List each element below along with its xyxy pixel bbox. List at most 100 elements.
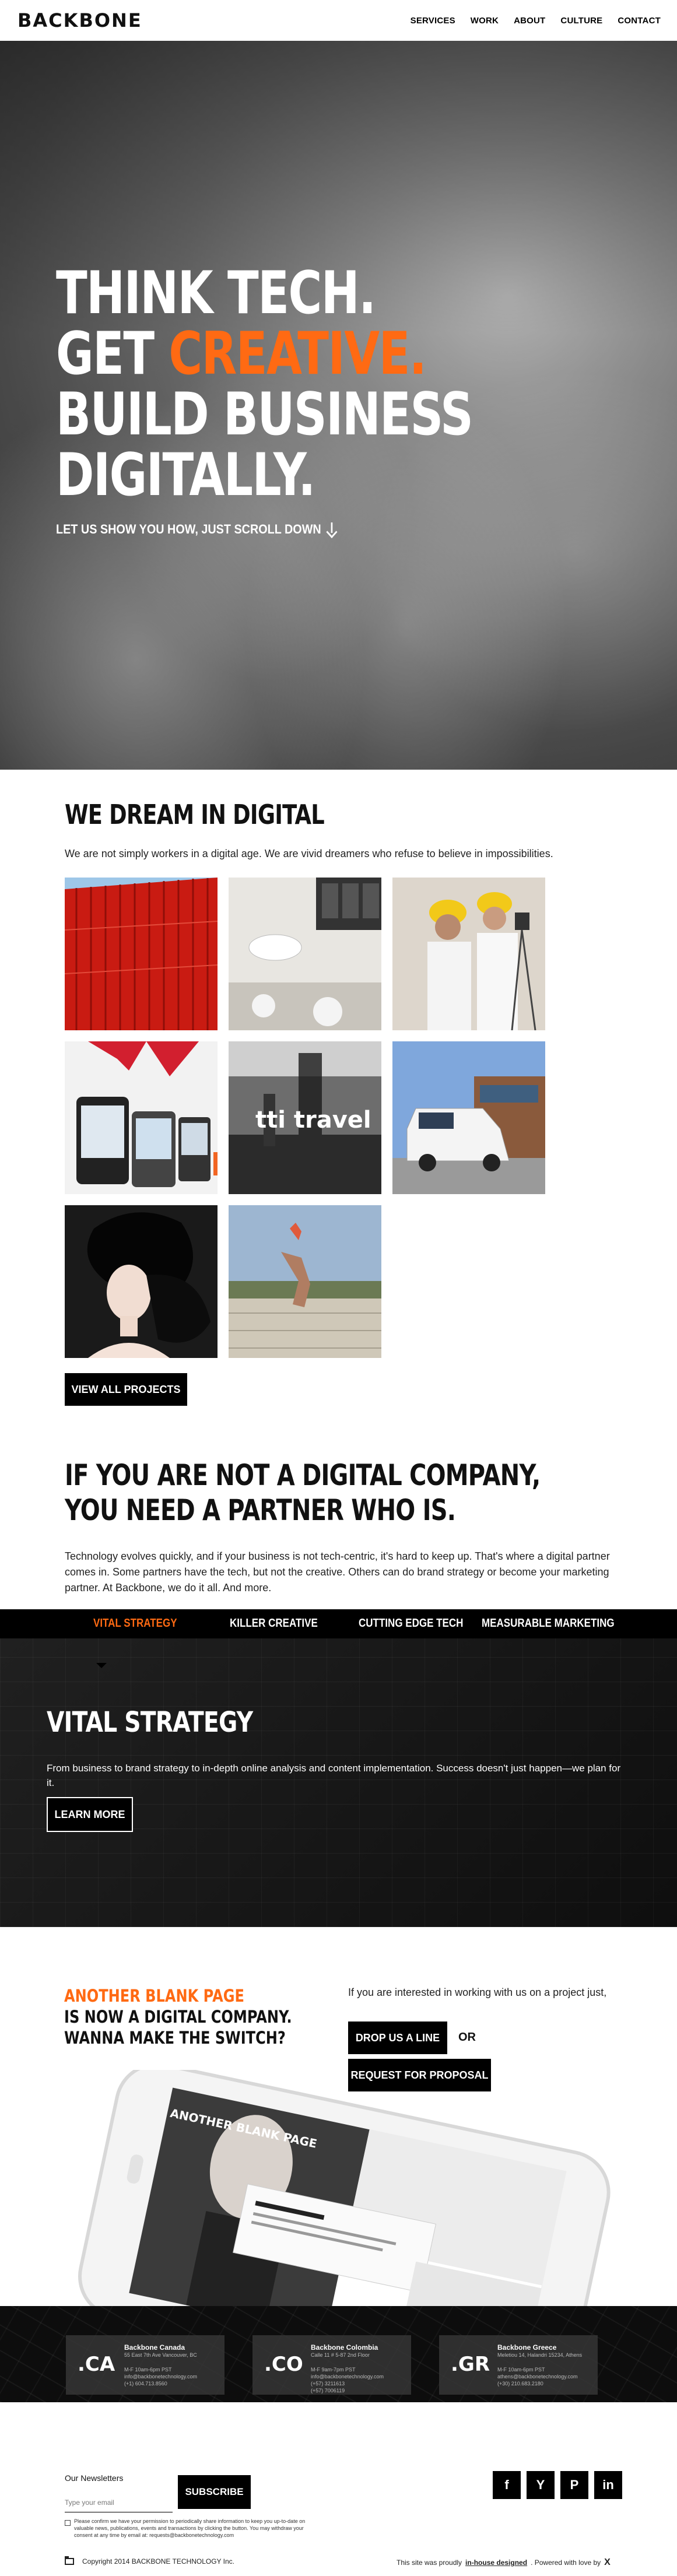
office-card-colombia: .CO Backbone Colombia Calle 11 # 5-87 2n…: [252, 2335, 411, 2395]
vital-title: VITAL STRATEGY: [47, 1706, 253, 1739]
office-address: Meletiou 14, Halandri 15234, Athens: [497, 2352, 583, 2358]
pinterest-icon[interactable]: P: [560, 2471, 588, 2499]
tab-vital-strategy[interactable]: VITAL STRATEGY: [93, 1617, 177, 1630]
office-code: .CO: [264, 2353, 303, 2376]
hero-headline: THINK TECH. GET CREATIVE. BUILD BUSINESS…: [56, 258, 473, 509]
case-study-line-2: IS NOW A DIGITAL COMPANY.: [64, 2007, 292, 2027]
folder-icon: [65, 2556, 74, 2565]
services-tabs: VITAL STRATEGY KILLER CREATIVE CUTTING E…: [0, 1609, 677, 1638]
dream-section: WE DREAM IN DIGITAL We are not simply wo…: [65, 799, 613, 860]
newsletter-email-input[interactable]: [65, 2493, 173, 2512]
consent-checkbox[interactable]: [65, 2520, 71, 2526]
powered-by: This site was proudly in-house designed …: [397, 2557, 611, 2568]
scroll-down-label: LET US SHOW YOU HOW, JUST SCROLL DOWN: [56, 522, 321, 536]
office-info: M-F 10am-6pm PST info@backbonetechnology…: [124, 2367, 198, 2387]
contact-prompt: If you are interested in working with us…: [348, 1987, 607, 1998]
newsletter-label: Our Newsletters: [65, 2473, 124, 2483]
consent-text: Please confirm we have your permission t…: [74, 2518, 306, 2538]
runner-photo: [229, 1205, 381, 1358]
site-header: BACKBONE SERVICES WORK ABOUT CULTURE CON…: [0, 0, 677, 41]
hero-highlight: CREATIVE.: [169, 319, 426, 388]
project-tile-runner[interactable]: [229, 1205, 381, 1358]
vital-strategy-panel: VITAL STRATEGY From business to brand st…: [0, 1638, 677, 1927]
office-info: M-F 9am-7pm PST info@backbonetechnology.…: [311, 2367, 384, 2393]
workers-photo: [392, 878, 545, 1030]
nav-culture[interactable]: CULTURE: [560, 16, 602, 26]
project-tile-workers[interactable]: [392, 878, 545, 1030]
tti-travel-photo: tti travel: [229, 1041, 381, 1194]
office-card-greece: .GR Backbone Greece Meletiou 14, Halandr…: [439, 2335, 598, 2395]
twitter-icon[interactable]: Y: [527, 2471, 555, 2499]
partner-text: Technology evolves quickly, and if your …: [65, 1550, 610, 1594]
powered-suffix: . Powered with love by: [531, 2559, 601, 2567]
office-address: Calle 11 # 5-87 2nd Floor: [311, 2352, 370, 2358]
office-name: Backbone Greece: [497, 2343, 557, 2352]
tab-measurable-marketing[interactable]: MEASURABLE MARKETING: [482, 1617, 615, 1630]
view-all-projects-button[interactable]: VIEW ALL PROJECTS: [65, 1373, 187, 1406]
hero-line-2-prefix: GET: [56, 319, 169, 388]
project-tile-tti-travel[interactable]: tti travel: [229, 1041, 381, 1194]
project-tile-interior[interactable]: [229, 878, 381, 1030]
project-tile-red-containers[interactable]: [65, 878, 218, 1030]
project-grid: tti travel: [65, 878, 549, 1358]
dream-text: We are not simply workers in a digital a…: [65, 848, 553, 859]
dream-title: WE DREAM IN DIGITAL: [65, 799, 325, 830]
office-info: M-F 10am-6pm PST athens@backbonetechnolo…: [497, 2367, 578, 2387]
van-photo: [392, 1041, 545, 1194]
tab-killer-creative[interactable]: KILLER CREATIVE: [230, 1617, 318, 1630]
in-house-designed-link[interactable]: in-house designed: [465, 2559, 527, 2567]
social-links: f Y P in: [493, 2471, 622, 2499]
nav-work[interactable]: WORK: [471, 16, 499, 26]
x-logo-icon[interactable]: X: [604, 2557, 611, 2568]
case-study-headline: ANOTHER BLANK PAGE IS NOW A DIGITAL COMP…: [64, 1985, 292, 2048]
offices-section: .CA Backbone Canada 55 East 7th Ave Vanc…: [0, 2306, 677, 2402]
main-nav: SERVICES WORK ABOUT CULTURE CONTACT: [411, 16, 661, 26]
fashion-photo: [65, 1205, 218, 1358]
office-address: 55 East 7th Ave Vancouver, BC: [124, 2352, 197, 2358]
learn-more-button[interactable]: LEARN MORE: [47, 1797, 133, 1832]
office-card-canada: .CA Backbone Canada 55 East 7th Ave Vanc…: [66, 2335, 225, 2395]
red-containers-photo: [65, 878, 218, 1030]
site-footer: Our Newsletters SUBSCRIBE Please confirm…: [0, 2402, 677, 2576]
hero-line-1: THINK TECH.: [56, 258, 376, 327]
project-tile-fashion[interactable]: [65, 1205, 218, 1358]
nav-contact[interactable]: CONTACT: [618, 16, 661, 26]
phone-mockup-image: ANOTHER BLANK PAGE: [78, 2070, 611, 2306]
office-name: Backbone Colombia: [311, 2343, 378, 2352]
tab-indicator-icon: [96, 1663, 107, 1668]
mobile-devices-photo: [65, 1041, 218, 1194]
or-label: OR: [458, 2031, 476, 2044]
hero-line-2: GET CREATIVE.: [56, 323, 472, 384]
subscribe-button[interactable]: SUBSCRIBE: [178, 2475, 251, 2509]
hero-line-3: BUILD BUSINESS: [56, 380, 473, 448]
vital-text: From business to brand strategy to in-de…: [47, 1763, 621, 1788]
hero-line-4: DIGITALLY.: [56, 440, 315, 509]
interior-photo: [229, 878, 381, 1030]
site-logo[interactable]: BACKBONE: [17, 9, 142, 31]
partner-section: IF YOU ARE NOT A DIGITAL COMPANY, YOU NE…: [65, 1458, 619, 1596]
nav-services[interactable]: SERVICES: [411, 16, 455, 26]
partner-title-line-1: IF YOU ARE NOT A DIGITAL COMPANY,: [65, 1458, 541, 1492]
office-code: .GR: [451, 2353, 490, 2376]
copyright-text: Copyright 2014 BACKBONE TECHNOLOGY Inc.: [82, 2557, 234, 2566]
partner-title-line-2: YOU NEED A PARTNER WHO IS.: [65, 1493, 456, 1527]
copyright: Copyright 2014 BACKBONE TECHNOLOGY Inc.: [65, 2556, 234, 2566]
project-tile-mobile[interactable]: [65, 1041, 218, 1194]
arrow-down-icon: [327, 522, 337, 536]
office-name: Backbone Canada: [124, 2343, 185, 2352]
powered-prefix: This site was proudly: [397, 2559, 462, 2567]
tti-travel-text: tti travel: [255, 1107, 371, 1133]
facebook-icon[interactable]: f: [493, 2471, 521, 2499]
project-tile-van[interactable]: [392, 1041, 545, 1194]
case-study-highlight: ANOTHER BLANK PAGE: [64, 1986, 244, 2006]
scroll-down-link[interactable]: LET US SHOW YOU HOW, JUST SCROLL DOWN: [56, 522, 337, 537]
office-code: .CA: [78, 2353, 115, 2376]
hero-section: THINK TECH. GET CREATIVE. BUILD BUSINESS…: [0, 41, 677, 770]
linkedin-icon[interactable]: in: [594, 2471, 622, 2499]
case-study-section: ANOTHER BLANK PAGE IS NOW A DIGITAL COMP…: [0, 1927, 677, 2306]
drop-us-a-line-button[interactable]: DROP US A LINE: [348, 2022, 447, 2054]
tab-cutting-edge-tech[interactable]: CUTTING EDGE TECH: [359, 1617, 463, 1630]
partner-title: IF YOU ARE NOT A DIGITAL COMPANY, YOU NE…: [65, 1458, 541, 1528]
nav-about[interactable]: ABOUT: [514, 16, 545, 26]
case-study-line-3: WANNA MAKE THE SWITCH?: [64, 2028, 286, 2048]
